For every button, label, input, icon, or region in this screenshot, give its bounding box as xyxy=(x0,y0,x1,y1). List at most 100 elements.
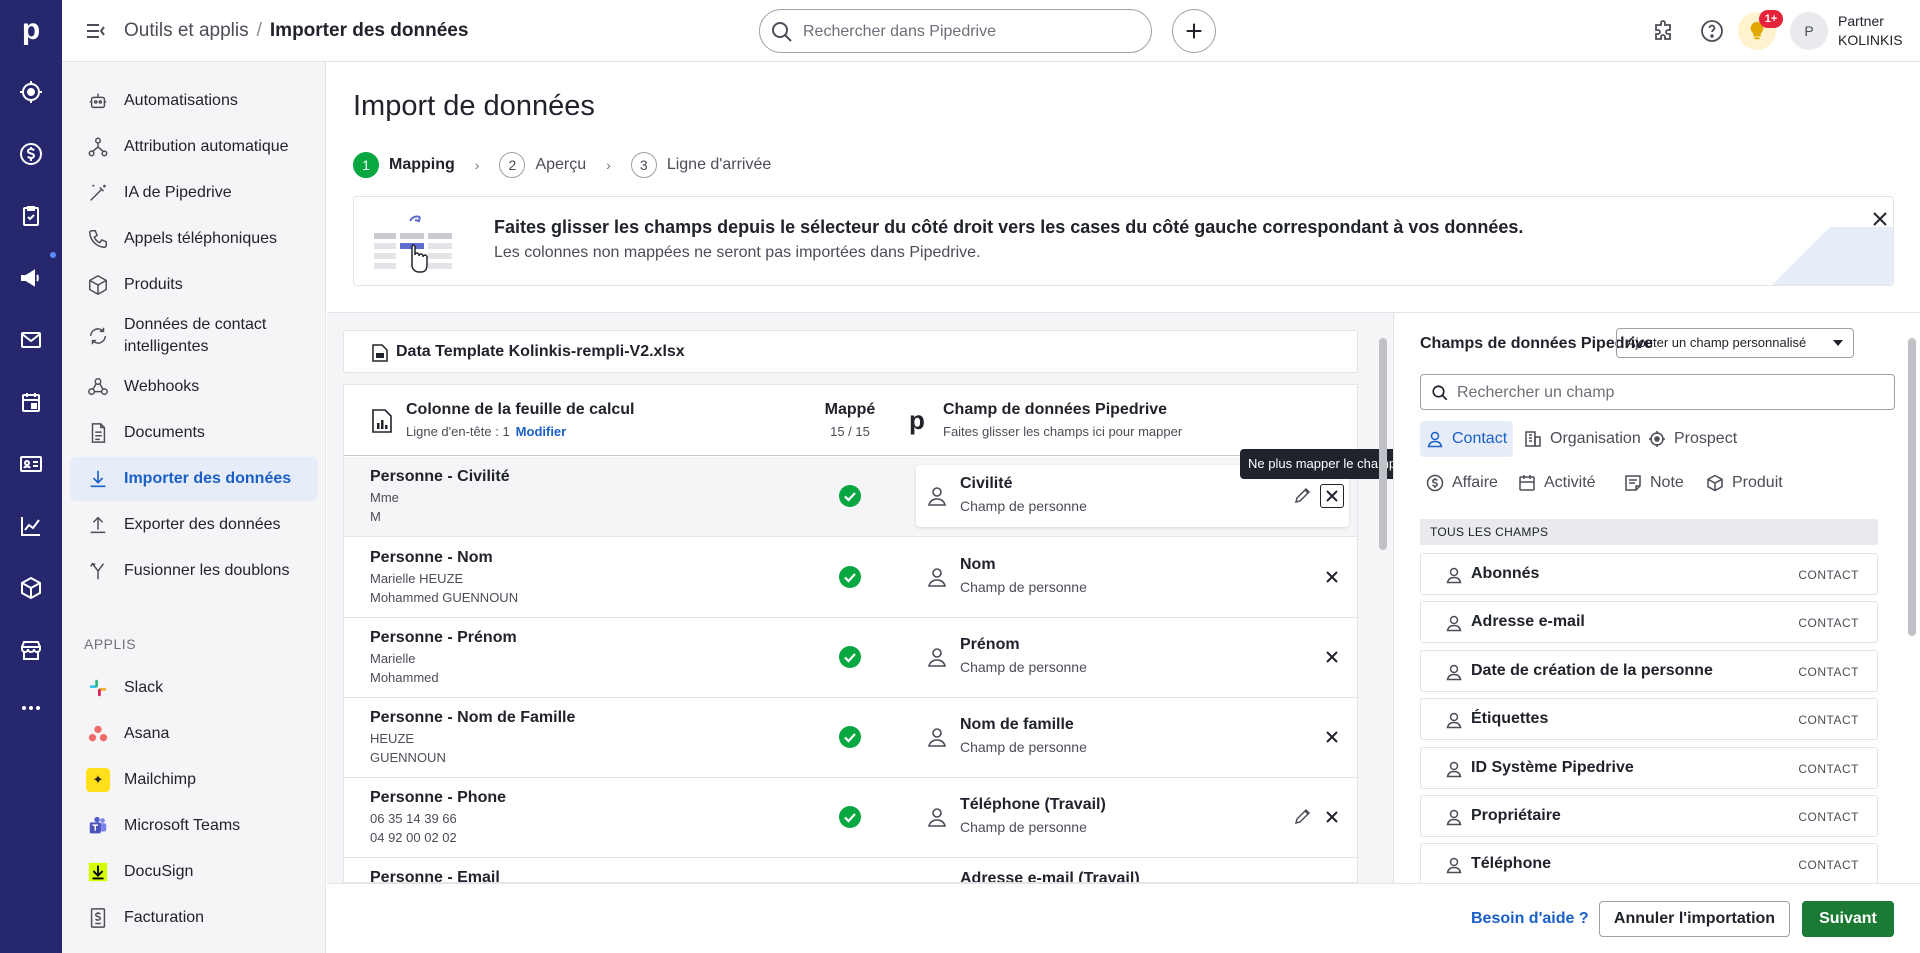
field-card[interactable]: Date de création de la personne CONTACT xyxy=(1420,650,1878,692)
tab-affaire[interactable]: Affaire xyxy=(1420,465,1504,501)
box-icon[interactable] xyxy=(0,566,62,610)
mapping-scrollbar[interactable] xyxy=(1376,324,1390,884)
search-icon xyxy=(1432,385,1448,401)
dollar-icon[interactable] xyxy=(0,132,62,176)
sidebar-app-asana[interactable]: Asana xyxy=(70,712,318,756)
field-card[interactable]: Abonnés CONTACT xyxy=(1420,553,1878,595)
tab-prospect[interactable]: Prospect xyxy=(1642,421,1743,457)
table-row: Personne - Phone 06 35 14 39 66 04 92 00… xyxy=(344,778,1357,858)
close-icon[interactable] xyxy=(1870,209,1890,229)
sidebar-item-automatisations[interactable]: Automatisations xyxy=(70,79,318,123)
sidebar-collapse-icon[interactable] xyxy=(84,19,108,43)
sidebar-item-exporter[interactable]: Exporter des données xyxy=(70,503,318,547)
fields-scrollbar[interactable] xyxy=(1905,324,1919,884)
sample-value: 06 35 14 39 66 xyxy=(370,811,457,826)
clipboard-check-icon[interactable] xyxy=(0,194,62,238)
field-card[interactable]: ID Système Pipedrive CONTACT xyxy=(1420,747,1878,789)
chart-line-icon[interactable] xyxy=(0,504,62,548)
next-button[interactable]: Suivant xyxy=(1802,901,1894,937)
tab-activite[interactable]: Activité xyxy=(1512,465,1602,501)
mail-icon[interactable] xyxy=(0,318,62,362)
table-row: Personne - Civilité Mme M Civilité Champ… xyxy=(344,457,1357,537)
sidebar-app-docusign[interactable]: DocuSign xyxy=(70,850,318,894)
calendar-icon[interactable] xyxy=(0,380,62,424)
sample-value: 04 92 00 02 02 xyxy=(370,830,457,845)
field-card[interactable]: Adresse e-mail CONTACT xyxy=(1420,601,1878,643)
more-icon[interactable] xyxy=(0,686,62,730)
mapped-field-card[interactable]: Nom de famille Champ de personne xyxy=(916,706,1349,768)
cancel-import-button[interactable]: Annuler l'importation xyxy=(1599,901,1790,937)
field-card[interactable]: Étiquettes CONTACT xyxy=(1420,698,1878,740)
sidebar-item-label: Webhooks xyxy=(124,378,200,395)
field-search-input[interactable] xyxy=(1457,383,1877,403)
puzzle-icon[interactable] xyxy=(1652,19,1676,43)
unmap-button[interactable] xyxy=(1320,484,1344,508)
megaphone-icon[interactable] xyxy=(0,256,62,300)
global-search[interactable] xyxy=(759,9,1152,53)
sidebar-app-mailchimp[interactable]: ✦ Mailchimp xyxy=(70,758,318,802)
check-circle-icon xyxy=(839,726,861,748)
target-icon[interactable] xyxy=(0,70,62,114)
all-fields-heading: TOUS LES CHAMPS xyxy=(1420,519,1878,545)
sidebar-item-donnees-contact[interactable]: Données de contact intelligentes xyxy=(70,309,318,363)
close-icon xyxy=(1326,651,1338,663)
sidebar-item-webhooks[interactable]: Webhooks xyxy=(70,365,318,409)
mapped-field-card[interactable]: Téléphone (Travail) Champ de personne xyxy=(916,786,1349,848)
breadcrumb: Outils et applis / Importer des données xyxy=(124,19,468,43)
quick-add-button[interactable] xyxy=(1172,9,1216,53)
contact-card-icon[interactable] xyxy=(0,442,62,486)
column-header-pipedrive-field: Champ de données Pipedrive xyxy=(943,401,1168,418)
tab-organisation[interactable]: Organisation xyxy=(1518,421,1647,457)
help-link[interactable]: Besoin d'aide ? xyxy=(1471,910,1589,928)
banner-decoration xyxy=(1772,227,1893,285)
mapped-field-card[interactable]: Prénom Champ de personne xyxy=(916,626,1349,688)
help-icon[interactable] xyxy=(1700,19,1724,43)
tab-contact[interactable]: Contact xyxy=(1420,421,1514,457)
tab-produit[interactable]: Produit xyxy=(1700,465,1789,501)
person-icon xyxy=(927,487,947,506)
sidebar-app-slack[interactable]: Slack xyxy=(70,666,318,710)
avatar[interactable]: P xyxy=(1790,12,1828,50)
sidebar-item-label: Attribution automatique xyxy=(124,138,289,155)
merge-icon xyxy=(86,559,110,583)
top-bar: Outils et applis / Importer des données 1+… xyxy=(62,0,1920,62)
sidebar-item-fusionner[interactable]: Fusionner les doublons xyxy=(70,549,318,593)
field-card[interactable]: Propriétaire CONTACT xyxy=(1420,795,1878,837)
sidebar-app-teams[interactable]: Microsoft Teams xyxy=(70,804,318,848)
unmap-button[interactable] xyxy=(1320,805,1344,829)
unmap-button[interactable] xyxy=(1320,565,1344,589)
pencil-icon[interactable] xyxy=(1293,806,1313,826)
sidebar-item-attribution[interactable]: Attribution automatique xyxy=(70,125,318,169)
sample-value: Mme xyxy=(370,490,399,505)
sidebar-item-appels[interactable]: Appels téléphoniques xyxy=(70,217,318,261)
breadcrumb-parent[interactable]: Outils et applis xyxy=(124,20,249,41)
close-icon xyxy=(1326,571,1338,583)
field-search[interactable] xyxy=(1420,374,1895,410)
unmap-button[interactable] xyxy=(1320,645,1344,669)
tab-note[interactable]: Note xyxy=(1618,465,1690,501)
tab-label: Note xyxy=(1650,474,1684,491)
field-card[interactable]: Téléphone CONTACT xyxy=(1420,843,1878,885)
person-icon xyxy=(1427,431,1443,448)
calendar-icon xyxy=(1519,475,1535,491)
unmap-button[interactable] xyxy=(1320,725,1344,749)
sidebar-item-ia[interactable]: IA de Pipedrive xyxy=(70,171,318,215)
global-search-input[interactable] xyxy=(803,20,1133,44)
pipedrive-logo[interactable]: p xyxy=(0,8,62,52)
mapped-field-card[interactable]: Nom Champ de personne xyxy=(916,546,1349,608)
notification-dot xyxy=(50,252,56,258)
scrollbar-thumb[interactable] xyxy=(1379,338,1387,550)
store-icon[interactable] xyxy=(0,628,62,672)
sidebar-app-facturation[interactable]: Facturation xyxy=(70,896,318,940)
sample-value: Marielle xyxy=(370,651,416,666)
modify-header-link[interactable]: Modifier xyxy=(516,424,567,439)
sidebar-item-documents[interactable]: Documents xyxy=(70,411,318,455)
mapped-field-card[interactable]: Adresse e-mail (Travail) xyxy=(916,866,1349,882)
scrollbar-thumb[interactable] xyxy=(1908,338,1916,636)
pencil-icon[interactable] xyxy=(1293,485,1313,505)
sidebar-item-produits[interactable]: Produits xyxy=(70,263,318,307)
field-card-tag: CONTACT xyxy=(1798,713,1859,727)
add-custom-field-dropdown[interactable]: Ajouter un champ personnalisé xyxy=(1616,328,1854,358)
account-menu[interactable]: Partner KOLINKIS xyxy=(1838,12,1903,50)
sidebar-item-importer[interactable]: Importer des données xyxy=(70,457,318,501)
